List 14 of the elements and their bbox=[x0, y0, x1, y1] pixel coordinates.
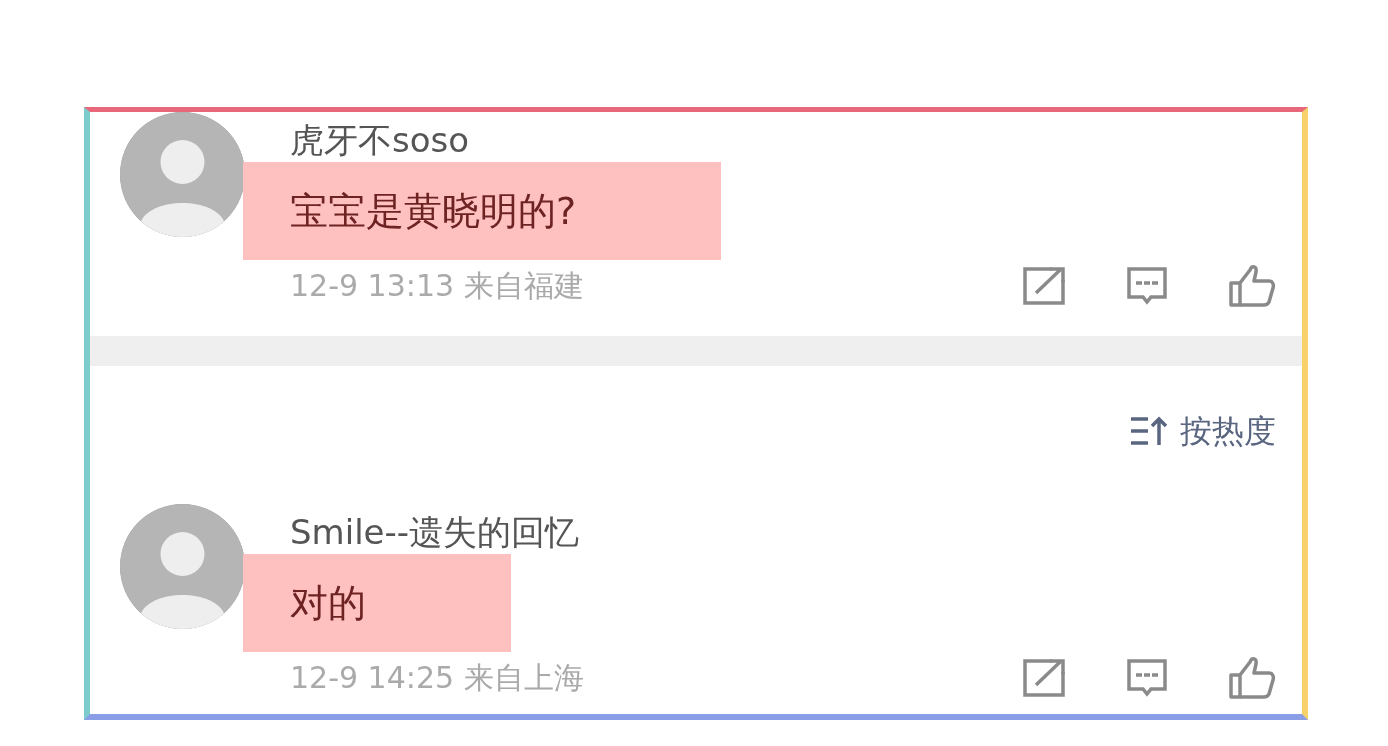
comment-icon[interactable] bbox=[1126, 266, 1168, 306]
comment-text: 宝宝是黄晓明的? bbox=[243, 162, 722, 260]
share-icon[interactable] bbox=[1022, 658, 1066, 698]
like-icon[interactable] bbox=[1228, 656, 1276, 700]
username[interactable]: 虎牙不soso bbox=[290, 118, 1276, 162]
comment-meta: 12-9 13:13 来自福建 bbox=[290, 266, 584, 305]
like-icon[interactable] bbox=[1228, 264, 1276, 308]
sort-button[interactable]: 按热度 bbox=[1130, 411, 1276, 451]
comment-meta: 12-9 14:25 来自上海 bbox=[290, 658, 584, 697]
share-icon[interactable] bbox=[1022, 266, 1066, 306]
sort-icon bbox=[1130, 415, 1168, 447]
comment-icon[interactable] bbox=[1126, 658, 1168, 698]
username[interactable]: Smile--遗失的回忆 bbox=[290, 510, 1276, 554]
comment-text: 对的 bbox=[243, 554, 511, 652]
